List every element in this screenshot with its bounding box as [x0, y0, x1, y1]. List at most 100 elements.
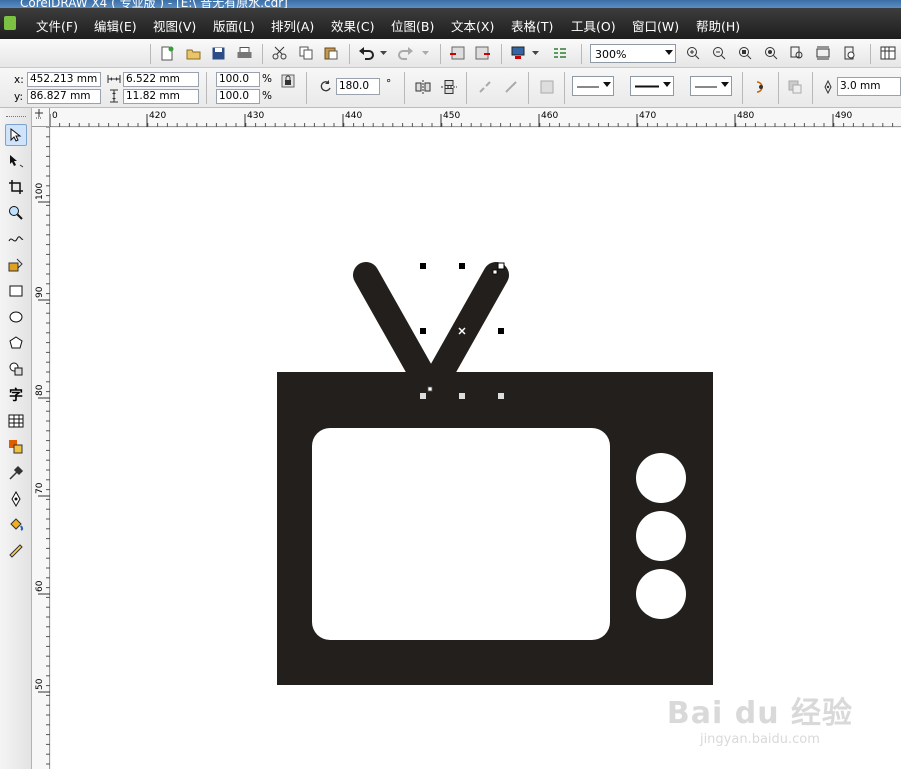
start-arrowhead-select[interactable] — [572, 76, 614, 96]
node-top[interactable] — [492, 269, 498, 275]
zoom-all-icon[interactable] — [762, 44, 780, 62]
interactive-fill-tool-icon[interactable] — [5, 540, 27, 562]
interactive-tool-icon[interactable] — [5, 436, 27, 458]
x-position-field[interactable]: 452.213 mm — [27, 72, 101, 87]
welcome-screen-icon[interactable] — [551, 44, 569, 62]
ruler-label: 0 — [52, 111, 58, 121]
handle-top-right[interactable] — [497, 262, 505, 270]
degree-unit: ° — [386, 78, 392, 90]
height-field[interactable]: 11.82 mm — [123, 89, 199, 104]
handle-middle-left[interactable] — [420, 328, 426, 334]
menu-table[interactable]: 表格(T) — [511, 16, 553, 35]
zoom-level-select[interactable]: 300% — [590, 44, 676, 63]
rectangle-tool-icon[interactable] — [5, 280, 27, 302]
freehand-tool-icon[interactable] — [5, 228, 27, 250]
zoom-in-icon[interactable] — [684, 44, 702, 62]
to-curve-icon[interactable] — [538, 78, 556, 96]
horizontal-ruler[interactable]: 0 420 430 440 450 460 470 480 490 — [39, 108, 901, 127]
zoom-page-height-icon[interactable] — [840, 44, 858, 62]
menu-tools[interactable]: 工具(O) — [571, 16, 616, 35]
handle-bottom-left[interactable] — [420, 393, 426, 399]
mirror-horizontal-icon[interactable] — [414, 78, 432, 96]
tv-knob-bottom[interactable] — [636, 569, 686, 619]
menu-arrange[interactable]: 排列(A) — [271, 16, 314, 35]
new-icon[interactable] — [158, 44, 176, 62]
redo-icon[interactable] — [397, 44, 415, 62]
paste-icon[interactable] — [322, 44, 340, 62]
zoom-selected-icon[interactable] — [736, 44, 754, 62]
ellipse-tool-icon[interactable] — [5, 306, 27, 328]
open-icon[interactable] — [184, 44, 202, 62]
menu-help[interactable]: 帮助(H) — [696, 16, 740, 35]
x-label: x: — [14, 74, 24, 86]
menu-file[interactable]: 文件(F) — [36, 16, 78, 35]
import-icon[interactable] — [448, 44, 466, 62]
menu-effects[interactable]: 效果(C) — [331, 16, 374, 35]
outline-tool-icon[interactable] — [5, 488, 27, 510]
smart-fill-tool-icon[interactable] — [5, 254, 27, 276]
ruler-label: 50 — [35, 678, 45, 690]
scale-y-field[interactable]: 100.0 — [216, 89, 260, 104]
redo-dropdown-icon[interactable] — [420, 44, 430, 62]
handle-bottom-middle[interactable] — [459, 393, 465, 399]
zoom-tool-icon[interactable] — [5, 202, 27, 224]
polygon-tool-icon[interactable] — [5, 332, 27, 354]
shape-tool-icon[interactable] — [5, 150, 27, 172]
ruler-label: 450 — [443, 111, 460, 121]
end-arrowhead-select[interactable] — [690, 76, 732, 96]
undo-icon[interactable] — [357, 44, 375, 62]
application-launcher-icon[interactable] — [509, 44, 527, 62]
menu-edit[interactable]: 编辑(E) — [94, 16, 137, 35]
tv-knob-middle[interactable] — [636, 511, 686, 561]
zoom-page-width-icon[interactable] — [814, 44, 832, 62]
menu-view[interactable]: 视图(V) — [153, 16, 196, 35]
pick-tool-icon[interactable] — [5, 124, 27, 146]
zoom-page-icon[interactable] — [788, 44, 806, 62]
width-field[interactable]: 6.522 mm — [123, 72, 199, 87]
scale-x-field[interactable]: 100.0 — [216, 72, 260, 87]
basic-shapes-tool-icon[interactable] — [5, 358, 27, 380]
copy-icon[interactable] — [297, 44, 315, 62]
drawing-canvas[interactable]: Bai du 经验 jingyan.baidu.com — [51, 128, 901, 769]
handle-bottom-right[interactable] — [498, 393, 504, 399]
ruler-corner[interactable] — [32, 108, 50, 127]
tv-screen[interactable] — [312, 428, 610, 640]
mirror-vertical-icon[interactable] — [440, 78, 458, 96]
convert-line-icon[interactable] — [502, 78, 520, 96]
rotation-angle-field[interactable]: 180.0 — [336, 78, 380, 95]
y-position-field[interactable]: 86.827 mm — [27, 89, 101, 104]
outline-pen-icon — [819, 78, 837, 96]
print-icon[interactable] — [235, 44, 253, 62]
launcher-dropdown-icon[interactable] — [530, 44, 540, 62]
node-bottom[interactable] — [427, 386, 433, 392]
text-tool-icon[interactable]: 字 — [5, 384, 27, 406]
export-icon[interactable] — [474, 44, 492, 62]
app-icon[interactable] — [4, 16, 16, 30]
snap-to-icon[interactable] — [879, 44, 897, 62]
save-icon[interactable] — [209, 44, 227, 62]
menu-bitmaps[interactable]: 位图(B) — [391, 16, 434, 35]
vertical-ruler[interactable]: 100 90 80 70 60 50 — [32, 126, 50, 769]
menu-layout[interactable]: 版面(L) — [213, 16, 255, 35]
zoom-out-icon[interactable] — [710, 44, 728, 62]
crop-tool-icon[interactable] — [5, 176, 27, 198]
handle-top-left[interactable] — [420, 263, 426, 269]
ruler-label: 470 — [639, 111, 656, 121]
outline-width-field[interactable]: 3.0 mm — [837, 77, 901, 96]
tv-knob-top[interactable] — [636, 453, 686, 503]
to-back-icon[interactable] — [786, 78, 804, 96]
menu-text[interactable]: 文本(X) — [451, 16, 494, 35]
outline-style-select[interactable] — [630, 76, 674, 96]
lock-ratio-icon[interactable] — [280, 73, 296, 89]
undo-dropdown-icon[interactable] — [378, 44, 388, 62]
eyedropper-tool-icon[interactable] — [5, 462, 27, 484]
break-apart-icon[interactable] — [476, 78, 494, 96]
cut-icon[interactable] — [270, 44, 288, 62]
handle-top-middle[interactable] — [459, 263, 465, 269]
handle-middle-right[interactable] — [498, 328, 504, 334]
fill-tool-icon[interactable] — [5, 514, 27, 536]
table-tool-icon[interactable] — [5, 410, 27, 432]
watermark-main: Bai du 经验 — [666, 696, 853, 731]
text-wrap-icon[interactable] — [752, 78, 770, 96]
menu-window[interactable]: 窗口(W) — [632, 16, 679, 35]
